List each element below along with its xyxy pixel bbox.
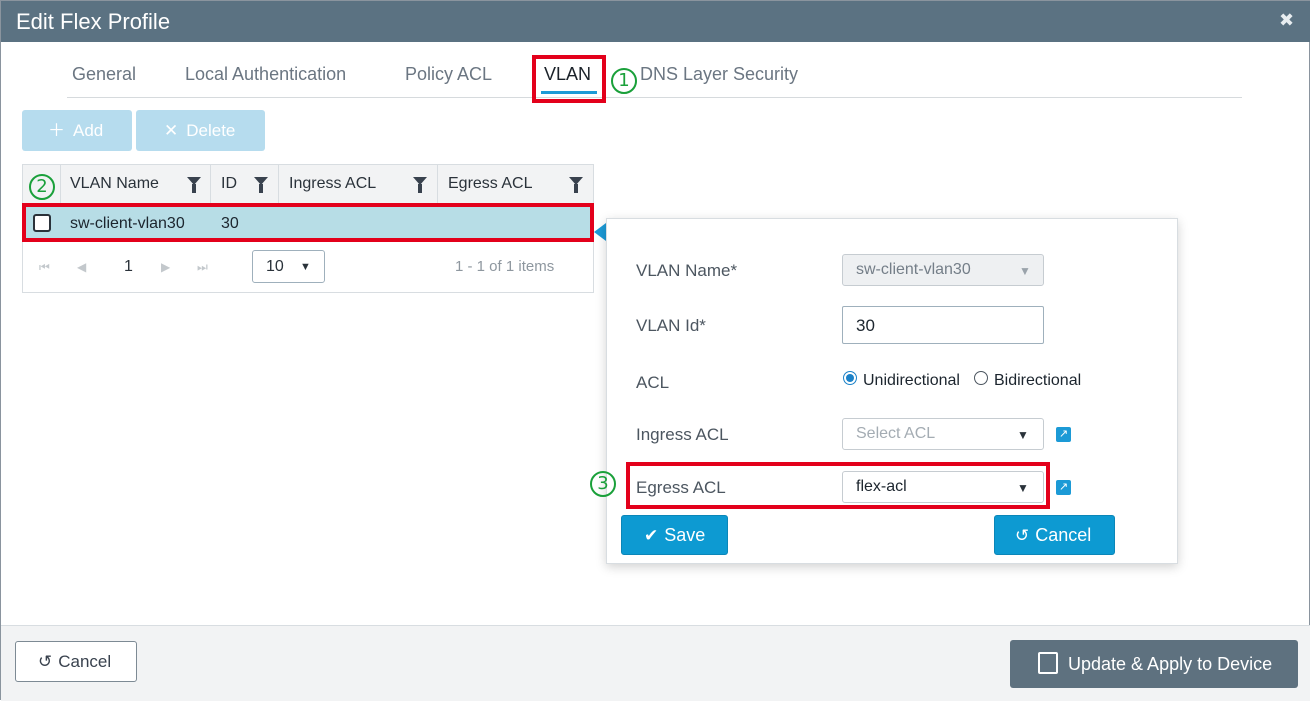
ingress-acl-placeholder: Select ACL: [856, 425, 936, 442]
filter-icon[interactable]: [413, 177, 427, 193]
first-page-icon[interactable]: ⏮: [39, 260, 50, 275]
footer-cancel-button[interactable]: ↺ Cancel: [15, 641, 137, 682]
grid-pager: ⏮ ◀ 1 ▶ ⏭ 10 ▼ 1 - 1 of 1 items: [23, 245, 593, 291]
undo-icon: ↺: [1015, 526, 1030, 545]
tab-local-authentication[interactable]: Local Authentication: [185, 64, 346, 85]
highlight-box-vlan-tab: [532, 55, 606, 103]
column-header-vlan-name[interactable]: VLAN Name: [70, 175, 159, 193]
page-size-value: 10: [266, 258, 284, 275]
column-header-id[interactable]: ID: [221, 175, 237, 193]
vlan-id-field[interactable]: 30: [842, 306, 1044, 344]
popover-cancel-button[interactable]: ↺ Cancel: [994, 515, 1115, 555]
current-page-number[interactable]: 1: [124, 258, 133, 276]
unidirectional-label[interactable]: Unidirectional: [863, 372, 960, 390]
undo-icon: ↺: [38, 652, 53, 671]
save-button-label: Save: [664, 525, 706, 545]
vlan-name-value: sw-client-vlan30: [856, 261, 971, 278]
highlight-box-egress-acl: [626, 462, 1050, 509]
chevron-down-icon: ▼: [1019, 264, 1031, 278]
page-size-select[interactable]: 10 ▼: [252, 250, 325, 283]
pager-info: 1 - 1 of 1 items: [455, 258, 555, 275]
grid-header: VLAN Name ID Ingress ACL Egress ACL: [23, 165, 593, 205]
vlan-id-value: 30: [856, 316, 875, 335]
column-separator: [437, 165, 438, 205]
bidirectional-radio[interactable]: [974, 371, 988, 385]
ingress-acl-label: Ingress ACL: [636, 425, 729, 444]
column-header-egress-acl[interactable]: Egress ACL: [448, 175, 532, 193]
edit-flex-profile-dialog: Edit Flex Profile ✖ General Local Authen…: [0, 0, 1310, 701]
add-button-label: Add: [73, 121, 104, 140]
highlight-box-vlan-row: [22, 203, 594, 242]
chevron-down-icon: ▼: [1017, 428, 1029, 442]
vlan-id-label: VLAN Id*: [636, 316, 706, 335]
column-separator: [278, 165, 279, 205]
tab-dns-layer-security[interactable]: DNS Layer Security: [640, 64, 798, 85]
chevron-down-icon: ▼: [300, 261, 311, 273]
last-page-icon[interactable]: ⏭: [197, 260, 208, 275]
update-apply-button[interactable]: Update & Apply to Device: [1010, 640, 1298, 688]
vlan-name-label: VLAN Name*: [636, 261, 738, 280]
close-icon[interactable]: ✖: [1279, 10, 1294, 31]
filter-icon[interactable]: [187, 177, 201, 193]
next-page-icon[interactable]: ▶: [161, 260, 170, 274]
previous-page-icon[interactable]: ◀: [77, 260, 86, 274]
tab-general[interactable]: General: [72, 64, 136, 85]
column-separator: [60, 165, 61, 205]
external-link-icon[interactable]: ↗: [1056, 480, 1071, 495]
step-marker-1: 1: [611, 68, 637, 94]
popover-caret: [594, 223, 606, 241]
delete-button-label: Delete: [186, 121, 236, 140]
check-icon: ✔: [644, 526, 659, 545]
update-apply-label: Update & Apply to Device: [1068, 654, 1273, 674]
filter-icon[interactable]: [569, 177, 583, 193]
acl-label: ACL: [636, 373, 670, 392]
column-separator: [210, 165, 211, 205]
vlan-edit-popover: VLAN Name* sw-client-vlan30 ▼ VLAN Id* 3…: [606, 218, 1178, 564]
column-header-ingress-acl[interactable]: Ingress ACL: [289, 175, 376, 193]
popover-cancel-label: Cancel: [1035, 525, 1092, 545]
dialog-titlebar: Edit Flex Profile ✖: [1, 1, 1310, 42]
add-button[interactable]: ＋ Add: [22, 110, 132, 151]
vlan-name-select: sw-client-vlan30 ▼: [842, 254, 1044, 286]
filter-icon[interactable]: [254, 177, 268, 193]
footer-cancel-label: Cancel: [58, 652, 112, 671]
dialog-footer: ↺ Cancel Update & Apply to Device: [1, 625, 1310, 701]
bidirectional-label[interactable]: Bidirectional: [994, 372, 1081, 390]
tab-policy-acl[interactable]: Policy ACL: [405, 64, 492, 85]
x-icon: ✕: [164, 121, 179, 140]
external-link-icon[interactable]: ↗: [1056, 427, 1071, 442]
save-disk-icon: [1038, 652, 1058, 674]
step-marker-3: 3: [590, 471, 616, 497]
dialog-title: Edit Flex Profile: [16, 9, 171, 34]
plus-icon: ＋: [48, 121, 65, 140]
save-button[interactable]: ✔ Save: [621, 515, 728, 555]
ingress-acl-select[interactable]: Select ACL ▼: [842, 418, 1044, 450]
unidirectional-radio[interactable]: [843, 371, 857, 385]
delete-button[interactable]: ✕ Delete: [136, 110, 265, 151]
step-marker-2: 2: [29, 174, 55, 200]
